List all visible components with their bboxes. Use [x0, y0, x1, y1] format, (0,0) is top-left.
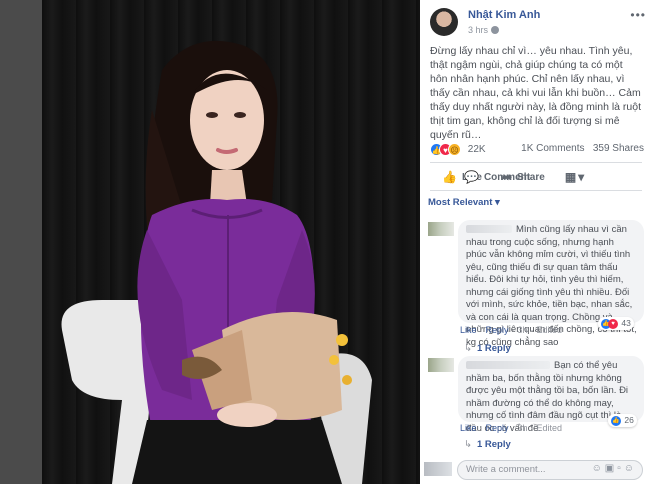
comment-like-link[interactable]: Like — [460, 325, 477, 335]
post-stats: 1K Comments 359 Shares — [521, 143, 644, 154]
comment-reply-link[interactable]: Reply — [486, 325, 509, 335]
comment-edited-label[interactable]: Edited — [537, 325, 563, 335]
comment-time[interactable]: 3h — [518, 423, 528, 433]
write-comment-area: Write a comment... ☺▣▫☺ — [420, 456, 650, 484]
chevron-down-icon: ▾ — [495, 197, 500, 208]
action-bar: 👍 Like 💬 Comment ➦ Share ▦ ▾ — [430, 166, 644, 188]
post-header: Nhật Kim Anh 3 hrs ••• — [428, 6, 646, 36]
comment-time[interactable]: 3h — [518, 325, 528, 335]
shares-count[interactable]: 359 Shares — [593, 143, 644, 154]
commenter-avatar[interactable] — [428, 222, 454, 236]
chevron-down-icon: ▾ — [578, 170, 585, 184]
author-name[interactable]: Nhật Kim Anh — [468, 9, 540, 21]
page-avatar-icon: ▦ — [564, 170, 577, 184]
view-replies-link[interactable]: ↳ 1 Reply — [464, 343, 511, 354]
comment-label: Comment — [483, 171, 531, 183]
comment-bubble: Bạn có thể yêu nhầm ba, bốn thằng tồi nh… — [458, 356, 644, 434]
divider — [430, 162, 642, 163]
globe-icon — [491, 26, 500, 34]
post-photo[interactable] — [42, 0, 420, 484]
comment-bubble: Mình cũng lấy nhau vì cần nhau trong cuộ… — [458, 220, 644, 348]
comment-reply-link[interactable]: Reply — [486, 423, 509, 433]
photo-illustration — [61, 40, 372, 484]
love-icon: ♥ — [608, 318, 618, 329]
emoji-icon[interactable]: ☺ — [592, 463, 605, 474]
like-icon: 👍 — [611, 415, 621, 426]
viewer-selector[interactable]: ▦ ▾ — [565, 170, 584, 184]
comment-input[interactable]: Write a comment... ☺▣▫☺ — [457, 460, 643, 480]
thumbs-up-icon: 👍 — [442, 170, 457, 184]
comment-reactions[interactable]: 👍 26 — [608, 414, 637, 427]
comment-sort-dropdown[interactable]: Most Relevant ▾ — [428, 197, 500, 208]
view-replies-link[interactable]: ↳ 1 Reply — [464, 439, 511, 450]
sad-icon: ☹ — [448, 143, 461, 156]
comment-edited-label[interactable]: Edited — [537, 423, 563, 433]
comment-input-icons: ☺▣▫☺ — [592, 463, 637, 474]
comment-reactions[interactable]: 👍♥ 43 — [598, 317, 634, 330]
comment-input-placeholder: Write a comment... — [466, 464, 546, 475]
post-text: Đừng lấy nhau chỉ vì… yêu nhau. Tình yêu… — [430, 45, 642, 141]
post-time-label: 3 hrs — [468, 25, 489, 35]
sort-label: Most Relevant — [428, 197, 493, 208]
comment-actions: Like · Reply · 3h · Edited — [460, 325, 563, 335]
reaction-bar[interactable]: 👍 ♥ ☹ 22K 1K Comments 359 Shares — [430, 143, 644, 159]
reply-arrow-icon: ↳ — [464, 439, 472, 450]
comment-button[interactable]: 💬 Comment — [464, 170, 530, 184]
post-time[interactable]: 3 hrs — [468, 25, 500, 35]
author-avatar[interactable] — [430, 8, 458, 36]
comments-count[interactable]: 1K Comments — [521, 143, 584, 154]
replies-label: 1 Reply — [476, 343, 511, 354]
camera-icon[interactable]: ▣ — [605, 463, 617, 474]
current-user-avatar — [424, 462, 452, 476]
commenter-avatar[interactable] — [428, 358, 454, 372]
more-options-button[interactable]: ••• — [630, 8, 646, 22]
commenter-name[interactable] — [466, 361, 550, 370]
sticker-icon[interactable]: ☺ — [624, 463, 637, 474]
photo-viewer: Nhật Kim Anh 3 hrs ••• Đừng lấy nhau chỉ… — [0, 0, 650, 484]
reply-arrow-icon: ↳ — [464, 343, 472, 354]
speech-bubble-icon: 💬 — [464, 170, 479, 184]
reaction-count: 22K — [467, 144, 486, 155]
comment-reaction-count: 43 — [621, 318, 631, 328]
comment-reaction-count: 26 — [624, 415, 634, 425]
replies-label: 1 Reply — [476, 439, 511, 450]
comment-like-link[interactable]: Like — [460, 423, 477, 433]
commenter-name[interactable] — [466, 225, 512, 234]
post-panel: Nhật Kim Anh 3 hrs ••• Đừng lấy nhau chỉ… — [420, 0, 650, 484]
comment-actions: Like · Reply · 3h · Edited — [460, 423, 563, 433]
divider — [430, 190, 642, 191]
